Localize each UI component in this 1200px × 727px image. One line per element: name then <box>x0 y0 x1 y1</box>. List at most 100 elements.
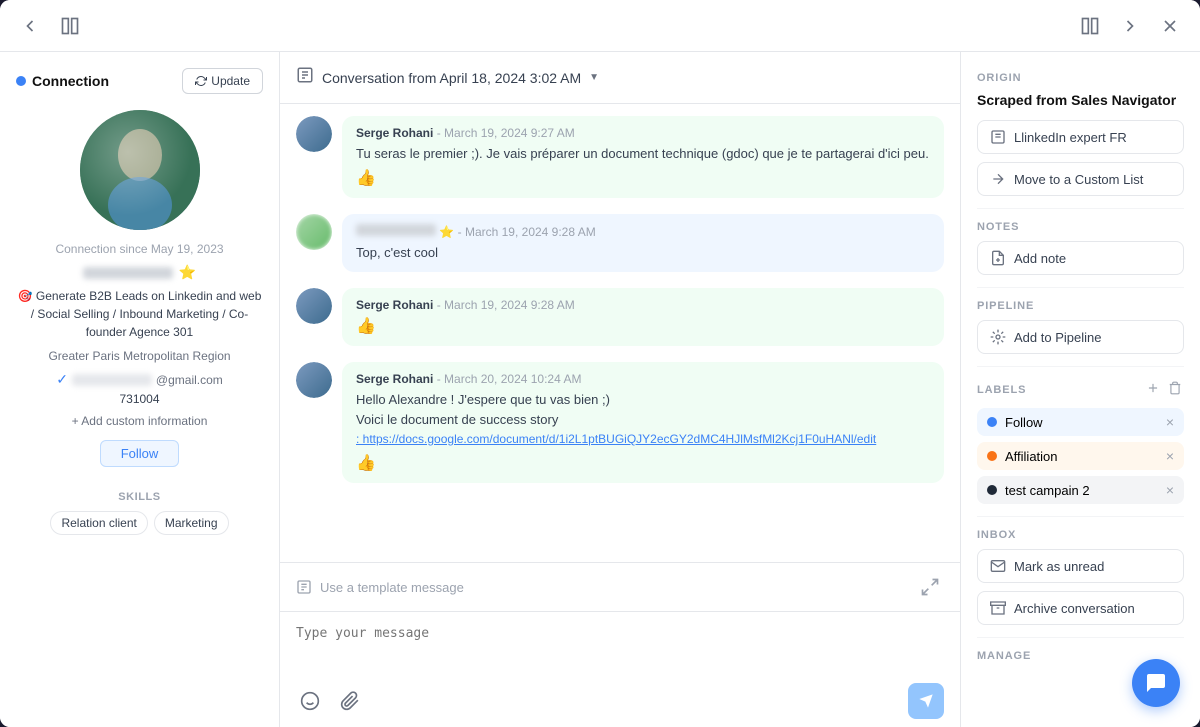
message-emoji: 👍 <box>356 316 930 336</box>
close-button[interactable] <box>1156 12 1184 40</box>
move-custom-list-button[interactable]: Move to a Custom List <box>977 162 1184 196</box>
message-sender: Serge Rohani <box>356 298 433 312</box>
top-bar <box>0 0 1200 52</box>
template-left: Use a template message <box>296 579 464 595</box>
mark-unread-button[interactable]: Mark as unread <box>977 549 1184 583</box>
message-header: Serge Rohani - March 19, 2024 9:28 AM <box>356 298 930 312</box>
add-note-label: Add note <box>1014 251 1066 266</box>
add-pipeline-button[interactable]: Add to Pipeline <box>977 320 1184 354</box>
name-row: ⭐ <box>16 264 263 281</box>
message-content: Serge Rohani - March 19, 2024 9:28 AM 👍 <box>342 288 944 346</box>
message-item: Serge Rohani - March 19, 2024 9:27 AM Tu… <box>296 116 944 198</box>
message-time: - March 19, 2024 9:28 AM <box>437 298 575 312</box>
inbox-section: INBOX Mark as unread Archive conversatio… <box>977 529 1184 625</box>
dropdown-arrow-icon[interactable]: ▼ <box>589 72 599 83</box>
location-text: Greater Paris Metropolitan Region <box>16 349 263 363</box>
label-campaign-name: test campain 2 <box>1005 483 1166 498</box>
label-follow: Follow × <box>977 408 1184 436</box>
verified-icon: ✓ <box>56 371 68 388</box>
template-bar: Use a template message <box>280 562 960 612</box>
add-label-button[interactable] <box>1144 379 1162 400</box>
label-follow-name: Follow <box>1005 415 1166 430</box>
avatar <box>80 110 200 230</box>
layout-toggle-button[interactable] <box>56 12 84 40</box>
layout-toggle-right-button[interactable] <box>1076 12 1104 40</box>
star-icon: ⭐ <box>179 264 196 281</box>
section-divider-4 <box>977 516 1184 517</box>
follow-button[interactable]: Follow <box>100 440 180 467</box>
back-button[interactable] <box>16 12 44 40</box>
message-avatar <box>296 362 332 398</box>
label-dot-follow <box>987 417 997 427</box>
message-time: ⭐ - March 19, 2024 9:28 AM <box>439 225 595 239</box>
message-text: Tu seras le premier ;). Je vais préparer… <box>356 144 930 164</box>
avatar-image <box>296 362 332 398</box>
label-affiliation-name: Affiliation <box>1005 449 1166 464</box>
phone-text: 731004 <box>16 392 263 406</box>
top-bar-left <box>16 12 84 40</box>
message-emoji: 👍 <box>356 453 930 473</box>
notes-section-label: NOTES <box>977 221 1184 233</box>
conversation-title: Conversation from April 18, 2024 3:02 AM <box>322 70 581 86</box>
connection-header: Connection Update <box>16 68 263 94</box>
section-divider-5 <box>977 637 1184 638</box>
add-pipeline-label: Add to Pipeline <box>1014 330 1101 345</box>
remove-follow-label-button[interactable]: × <box>1166 414 1174 430</box>
email-row: ✓ @gmail.com <box>16 371 263 388</box>
skills-label: SKILLS <box>16 491 263 503</box>
label-dot-affiliation <box>987 451 997 461</box>
remove-campaign-label-button[interactable]: × <box>1166 482 1174 498</box>
message-text: Hello Alexandre ! J'espere que tu vas bi… <box>356 390 930 449</box>
compose-area <box>280 612 960 675</box>
skill-tag-relation[interactable]: Relation client <box>50 511 147 535</box>
archive-conversation-button[interactable]: Archive conversation <box>977 591 1184 625</box>
chat-fab-button[interactable] <box>1132 659 1180 707</box>
archive-label: Archive conversation <box>1014 601 1135 616</box>
skill-tag-marketing[interactable]: Marketing <box>154 511 229 535</box>
label-dot-campaign <box>987 485 997 495</box>
section-divider-2 <box>977 287 1184 288</box>
expand-compose-button[interactable] <box>916 573 944 601</box>
avatar-image <box>296 116 332 152</box>
labels-actions <box>1144 379 1184 400</box>
origin-section-label: ORIGIN <box>977 72 1184 84</box>
section-divider-1 <box>977 208 1184 209</box>
labels-section-label: LABELS <box>977 384 1026 396</box>
pipeline-section-label: PIPELINE <box>977 300 1184 312</box>
send-button[interactable] <box>908 683 944 719</box>
left-panel: Connection Update <box>0 52 280 727</box>
message-time: - March 19, 2024 9:27 AM <box>437 126 575 140</box>
connection-since: Connection since May 19, 2023 <box>16 242 263 256</box>
message-content: Serge Rohani - March 20, 2024 10:24 AM H… <box>342 362 944 483</box>
forward-button[interactable] <box>1116 12 1144 40</box>
connection-dot <box>16 76 26 86</box>
message-link[interactable]: : https://docs.google.com/document/d/1i2… <box>356 432 876 446</box>
update-button[interactable]: Update <box>182 68 263 94</box>
inbox-section-label: INBOX <box>977 529 1184 541</box>
compose-bottom <box>280 675 960 727</box>
add-note-button[interactable]: Add note <box>977 241 1184 275</box>
linkedin-list-label: LlinkedIn expert FR <box>1014 130 1127 145</box>
attachment-button[interactable] <box>336 687 364 715</box>
delete-label-button[interactable] <box>1166 379 1184 400</box>
label-affiliation: Affiliation × <box>977 442 1184 470</box>
bio-text: 🎯 Generate B2B Leads on Linkedin and web… <box>16 287 263 341</box>
label-campaign: test campain 2 × <box>977 476 1184 504</box>
remove-affiliation-label-button[interactable]: × <box>1166 448 1174 464</box>
message-emoji: 👍 <box>356 168 930 188</box>
avatar-section <box>16 110 263 230</box>
connection-label: Connection <box>32 73 109 89</box>
message-avatar <box>296 288 332 324</box>
message-content: Serge Rohani - March 19, 2024 9:27 AM Tu… <box>342 116 944 198</box>
mark-unread-label: Mark as unread <box>1014 559 1104 574</box>
message-avatar <box>296 214 332 250</box>
compose-input[interactable] <box>296 622 944 660</box>
emoji-button[interactable] <box>296 687 324 715</box>
conversation-icon <box>296 66 314 89</box>
template-message-label: Use a template message <box>320 580 464 595</box>
add-custom-info[interactable]: + Add custom information <box>16 414 263 428</box>
connection-badge: Connection <box>16 73 109 89</box>
skills-section: SKILLS Relation client Marketing <box>16 491 263 535</box>
add-custom-label: + Add custom information <box>72 414 208 428</box>
linkedin-list-button[interactable]: LlinkedIn expert FR <box>977 120 1184 154</box>
